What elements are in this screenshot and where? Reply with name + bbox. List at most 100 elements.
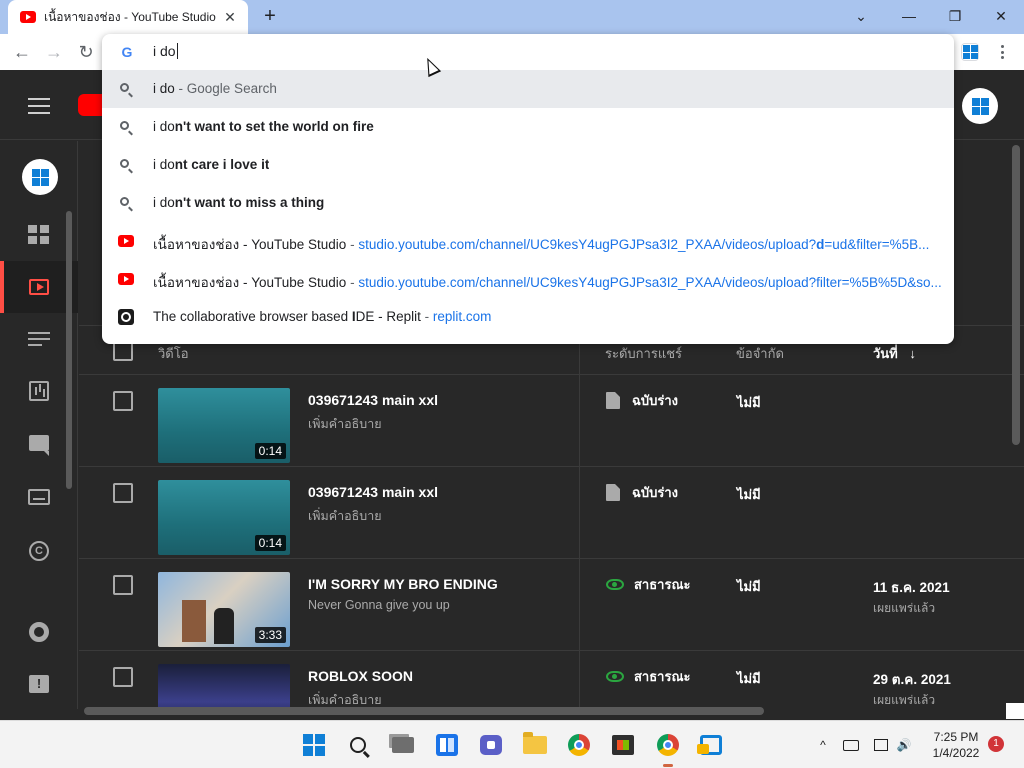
suggestion-completion: n't want to set the world on fire (174, 119, 374, 134)
clock[interactable]: 7:25 PM 1/4/2022 (924, 729, 988, 761)
tab-close-icon[interactable]: ✕ (222, 9, 238, 26)
address-input-value: i do (153, 43, 176, 59)
task-view-icon (392, 737, 414, 753)
publish-date: 29 ต.ค. 2021 (873, 672, 951, 687)
eye-icon (606, 579, 624, 590)
header-visibility[interactable]: ระดับการแชร์ (605, 343, 682, 364)
tab-search-button[interactable]: ⌄ (846, 4, 876, 28)
chrome-icon (657, 734, 679, 756)
video-duration: 0:14 (254, 443, 286, 459)
header-date[interactable]: วันที่ ↓ (873, 343, 916, 364)
suggestion-page-title: เนื้อหาของช่อง - YouTube Studio (153, 275, 347, 290)
chrome-menu-icon[interactable] (994, 42, 1010, 62)
hamburger-menu-icon[interactable] (28, 98, 50, 114)
page-vertical-scrollbar[interactable] (1012, 145, 1020, 445)
table-row[interactable]: 3:33 I'M SORRY MY BRO ENDING Never Gonna… (79, 559, 1024, 651)
visibility-cell[interactable]: ฉบับร่าง (606, 390, 678, 411)
volume-icon[interactable]: 🔊 (896, 737, 912, 753)
draft-icon (606, 484, 620, 501)
history-suggestion-item[interactable]: เนื้อหาของช่อง - YouTube Studio - studio… (102, 222, 954, 260)
video-thumbnail[interactable]: 3:33 (158, 572, 290, 647)
restore-button[interactable]: ❐ (940, 4, 970, 28)
task-view-button[interactable] (389, 731, 417, 759)
visibility-cell[interactable]: ฉบับร่าง (606, 482, 678, 503)
teams-chat-button[interactable] (477, 731, 505, 759)
reload-button[interactable]: ↻ (73, 40, 99, 64)
row-checkbox[interactable] (113, 391, 133, 411)
search-icon (118, 119, 134, 135)
select-all-checkbox[interactable] (113, 341, 133, 361)
visibility-cell[interactable]: สาธารณะ (606, 666, 691, 687)
row-checkbox[interactable] (113, 575, 133, 595)
video-thumbnail[interactable]: 0:14 (158, 388, 290, 463)
table-row[interactable]: ROBLOX SOON เพิ่มคำอธิบาย สาธารณะ ไม่มี … (79, 651, 1024, 709)
suggestion-item[interactable]: i dont care i love it (102, 146, 954, 184)
video-title[interactable]: 039671243 main xxl (308, 484, 438, 500)
roblox-figure (182, 600, 206, 642)
visibility-cell[interactable]: สาธารณะ (606, 574, 691, 595)
new-tab-button[interactable]: + (259, 5, 281, 28)
table-row[interactable]: 0:14 039671243 main xxl เพิ่มคำอธิบาย ฉบ… (79, 375, 1024, 467)
video-description: เพิ่มคำอธิบาย (308, 417, 382, 431)
copyright-icon: C (29, 541, 49, 561)
table-row[interactable]: 0:14 039671243 main xxl เพิ่มคำอธิบาย ฉบ… (79, 467, 1024, 559)
close-window-button[interactable]: ✕ (986, 4, 1016, 28)
widgets-button[interactable] (433, 731, 461, 759)
sidebar-item-settings[interactable] (0, 606, 78, 658)
browser-tab-youtube-studio[interactable]: เนื้อหาของช่อง - YouTube Studio ✕ (8, 0, 248, 34)
row-checkbox[interactable] (113, 483, 133, 503)
history-suggestion-item[interactable]: The collaborative browser based IDE - Re… (102, 298, 954, 336)
sidebar-scrollbar[interactable] (66, 211, 72, 489)
forward-button[interactable]: → (41, 40, 67, 64)
column-divider (579, 325, 580, 709)
video-title[interactable]: 039671243 main xxl (308, 392, 438, 408)
suggestion-url: studio.youtube.com/channel/UC9kesY4ugPGJ… (358, 237, 817, 252)
visibility-label: สาธารณะ (634, 669, 691, 684)
chrome-profile-taskbar-button[interactable] (654, 731, 682, 767)
video-title[interactable]: I'M SORRY MY BRO ENDING (308, 576, 498, 592)
suggestion-item[interactable]: i don't want to miss a thing (102, 184, 954, 222)
suggestion-separator: - (420, 309, 433, 324)
video-duration: 3:33 (254, 627, 286, 643)
suggestion-url-rest: =ud&filter=%5B... (824, 237, 930, 252)
back-button[interactable]: ← (9, 40, 35, 64)
video-title[interactable]: ROBLOX SOON (308, 668, 413, 684)
start-button[interactable] (300, 731, 328, 759)
header-restrictions[interactable]: ข้อจำกัด (736, 343, 784, 364)
taskbar: ^ 🔊 7:25 PM 1/4/2022 1 (0, 720, 1024, 768)
dashboard-icon (28, 225, 50, 245)
suggestion-item[interactable]: i don't want to set the world on fire (102, 108, 954, 146)
network-icon[interactable] (874, 739, 888, 751)
address-bar[interactable]: G i do (102, 34, 954, 70)
suggestion-typed: i do (153, 195, 175, 210)
sidebar-item-copyright[interactable]: C (0, 525, 78, 577)
minimize-button[interactable]: — (894, 4, 924, 28)
roblox-figure (214, 608, 234, 644)
store-button[interactable] (609, 731, 637, 759)
video-thumbnail[interactable] (158, 664, 290, 709)
tray-chevron-icon[interactable]: ^ (815, 737, 831, 753)
keyboard-icon[interactable] (843, 740, 859, 751)
address-input[interactable]: i do (153, 43, 178, 59)
sidebar-item-feedback[interactable]: ! (0, 658, 78, 710)
suggestion-item[interactable]: i do - Google Search (102, 70, 954, 108)
table-horizontal-scrollbar[interactable] (84, 707, 764, 715)
notification-badge[interactable]: 1 (988, 736, 1004, 752)
row-checkbox[interactable] (113, 667, 133, 687)
account-avatar[interactable] (962, 88, 998, 124)
store-icon (612, 735, 634, 755)
extension-icon[interactable] (961, 43, 979, 61)
file-explorer-button[interactable] (521, 731, 549, 759)
app-taskbar-button[interactable] (697, 731, 725, 759)
chrome-taskbar-button[interactable] (565, 731, 593, 759)
restrictions-value: ไม่มี (737, 487, 761, 502)
youtube-favicon-icon (118, 233, 134, 249)
history-suggestion-item[interactable]: เนื้อหาของช่อง - YouTube Studio - studio… (102, 260, 954, 298)
subtitles-icon (28, 489, 50, 505)
corner-box (1006, 703, 1024, 719)
video-thumbnail[interactable]: 0:14 (158, 480, 290, 555)
analytics-icon (29, 381, 49, 401)
taskbar-search-button[interactable] (344, 731, 372, 759)
visibility-label: ฉบับร่าง (632, 393, 678, 408)
channel-avatar[interactable] (22, 159, 58, 195)
